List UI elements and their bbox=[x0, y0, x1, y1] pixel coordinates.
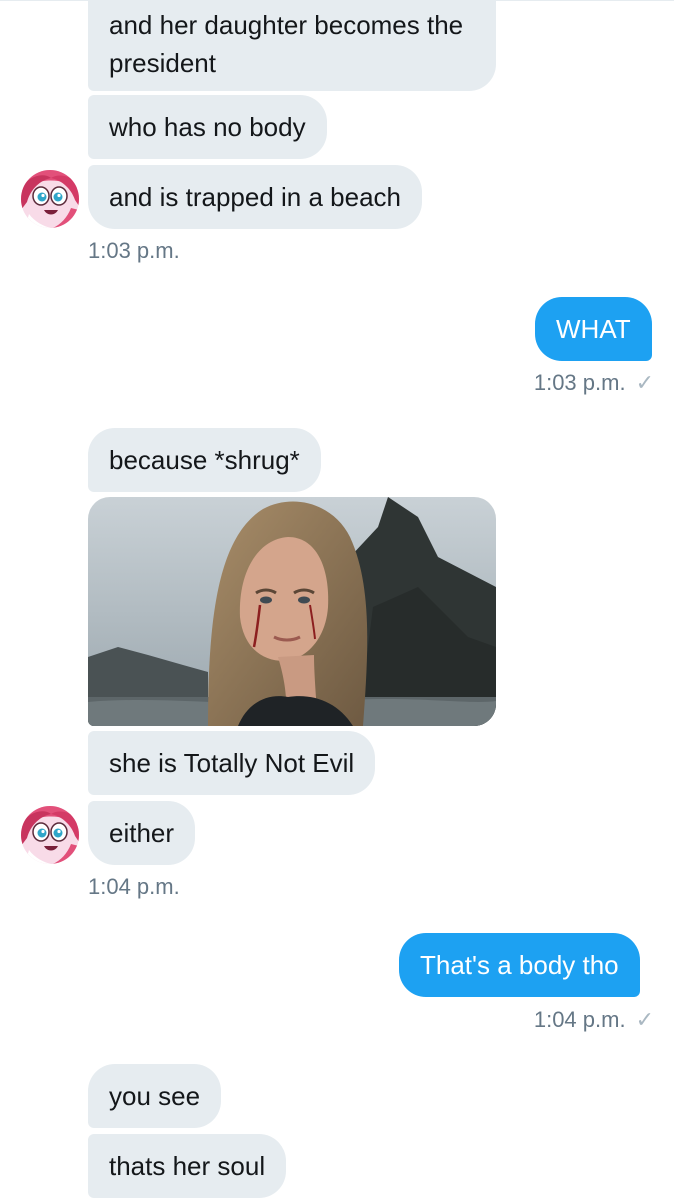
message-timestamp: 1:03 p.m. bbox=[88, 238, 180, 263]
message-text: and her daughter becomes the president bbox=[109, 10, 464, 78]
incoming-message[interactable]: and her daughter becomes the president bbox=[88, 0, 496, 91]
message-text: WHAT bbox=[556, 314, 631, 344]
avatar-illustration bbox=[21, 170, 79, 228]
message-text: either bbox=[109, 818, 175, 848]
message-text: she is Totally Not Evil bbox=[109, 748, 355, 778]
message-text: and is trapped in a beach bbox=[109, 182, 401, 212]
message-text: That's a body tho bbox=[420, 950, 619, 980]
sender-avatar[interactable] bbox=[21, 170, 79, 228]
message-timestamp: 1:04 p.m. bbox=[533, 1007, 626, 1032]
message-status: 1:03 p.m. ✓ bbox=[534, 370, 654, 396]
sender-avatar[interactable] bbox=[21, 806, 79, 864]
message-text: you see bbox=[109, 1081, 201, 1111]
incoming-message[interactable]: and is trapped in a beach bbox=[88, 165, 422, 229]
incoming-message[interactable]: thats her soul bbox=[88, 1134, 287, 1198]
read-check-icon: ✓ bbox=[635, 370, 654, 395]
incoming-message[interactable]: because *shrug* bbox=[88, 428, 321, 492]
message-timestamp: 1:03 p.m. bbox=[533, 370, 626, 395]
message-text: because *shrug* bbox=[109, 445, 300, 475]
avatar-illustration bbox=[21, 806, 79, 864]
incoming-message[interactable]: you see bbox=[88, 1064, 222, 1128]
image-woman-on-beach bbox=[88, 497, 496, 726]
message-timestamp: 1:04 p.m. bbox=[88, 874, 180, 899]
message-image[interactable] bbox=[88, 497, 496, 726]
incoming-message[interactable]: she is Totally Not Evil bbox=[88, 731, 376, 795]
message-status: 1:04 p.m. ✓ bbox=[534, 1007, 654, 1033]
message-text: thats her soul bbox=[109, 1151, 266, 1181]
incoming-message[interactable]: either bbox=[88, 801, 196, 865]
incoming-message[interactable]: who has no body bbox=[88, 95, 327, 159]
read-check-icon: ✓ bbox=[635, 1007, 654, 1032]
outgoing-message[interactable]: That's a body tho bbox=[399, 933, 640, 997]
outgoing-message[interactable]: WHAT bbox=[535, 297, 652, 361]
message-text: who has no body bbox=[109, 112, 306, 142]
